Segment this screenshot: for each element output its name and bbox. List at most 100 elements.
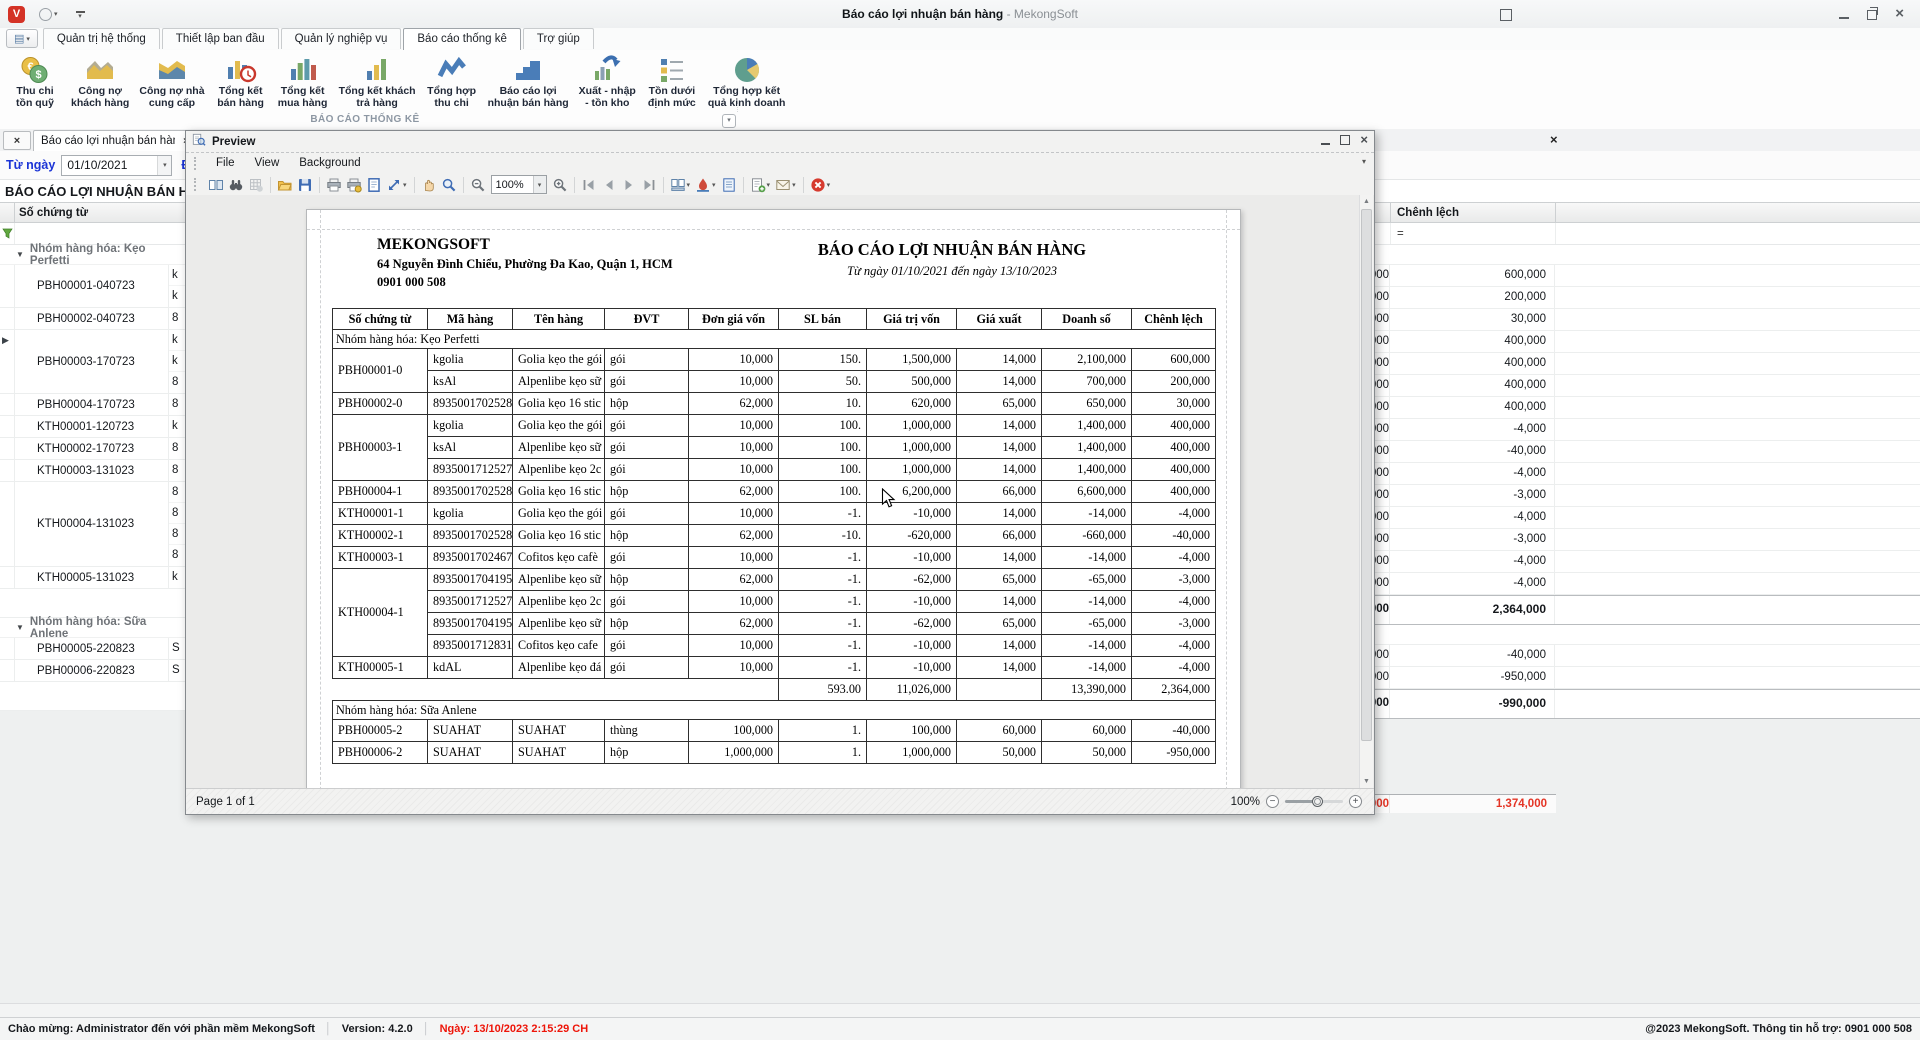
exit-icon[interactable] xyxy=(808,175,828,194)
ribbon-button-area-chart[interactable]: Công nợkhách hàng xyxy=(66,53,134,110)
scale-icon[interactable] xyxy=(384,175,404,194)
grid-row[interactable]: 000600,000 xyxy=(1375,265,1920,287)
ribbon-button-stacked-area-chart[interactable]: Công nợ nhàcung cấp xyxy=(134,53,209,110)
chevron-down-icon[interactable]: ▾ xyxy=(792,181,796,189)
chevron-down-icon[interactable]: ▾ xyxy=(533,176,546,193)
ribbon-group-options-button[interactable]: ▾ xyxy=(722,114,736,128)
grid-row[interactable]: 000-4,000 xyxy=(1375,507,1920,529)
preview-maximize-button[interactable] xyxy=(1340,135,1350,145)
ribbon-button-zigzag-chart[interactable]: Tổng hợpthu chi xyxy=(421,53,483,110)
ribbon-tab-4[interactable]: Báo cáo thống kê xyxy=(403,28,521,50)
grid-row[interactable]: 000400,000 xyxy=(1375,397,1920,419)
preview-minimize-button[interactable] xyxy=(1321,143,1330,145)
filter-operator[interactable]: = xyxy=(1391,223,1556,244)
ribbon-tab-3[interactable]: Quản lý nghiệp vụ xyxy=(281,28,402,49)
menu-view[interactable]: View xyxy=(245,157,290,169)
grid-row[interactable]: 000-3,000 xyxy=(1375,529,1920,551)
scroll-up-icon[interactable]: ▲ xyxy=(1360,195,1373,208)
print-icon[interactable] xyxy=(324,175,344,194)
export-icon[interactable] xyxy=(748,175,768,194)
horizontal-scrollbar[interactable] xyxy=(0,1003,1920,1018)
close-document-button[interactable]: × xyxy=(3,131,31,150)
ribbon-button-step-chart[interactable]: Báo cáo lợinhuận bán hàng xyxy=(483,53,574,110)
preview-titlebar[interactable]: Preview × xyxy=(186,131,1374,153)
grid-row[interactable]: PBH00001-040723kk xyxy=(0,265,185,308)
chevron-down-icon[interactable]: ▾ xyxy=(403,181,407,189)
binoculars-icon[interactable] xyxy=(226,175,246,194)
chevron-down-icon[interactable]: ▾ xyxy=(157,156,171,175)
grid-row[interactable]: PBH00004-1707238 xyxy=(0,394,185,416)
minimize-button[interactable] xyxy=(1839,17,1849,19)
column-header-chenh-lech[interactable]: Chênh lệch xyxy=(1391,203,1556,222)
grid-row[interactable]: KTH00002-1707238 xyxy=(0,438,185,460)
last-page-icon[interactable] xyxy=(639,175,659,194)
qat-customize-icon[interactable]: ▾ xyxy=(76,9,85,19)
preview-vertical-scrollbar[interactable]: ▲ ▼ xyxy=(1359,195,1373,788)
zoom-combo[interactable]: 100%▾ xyxy=(491,175,547,194)
toolbar-overflow-icon[interactable]: ▾ xyxy=(1362,157,1366,166)
ribbon-button-bars-clock[interactable]: Tổng kếtbán hàng xyxy=(210,53,272,110)
chevron-down-icon[interactable]: ▾ xyxy=(687,181,691,189)
menubar-grip[interactable] xyxy=(194,157,199,170)
ribbon-button-coins[interactable]: €$Thu chitồn quỹ xyxy=(4,53,66,110)
grid-row[interactable]: PBH00002-0407238 xyxy=(0,308,185,330)
grid-row[interactable]: 000400,000 xyxy=(1375,375,1920,397)
app-menu-button[interactable]: ▤▾ xyxy=(6,29,38,48)
chevron-down-icon[interactable]: ▼ xyxy=(16,623,24,632)
grid-total-row[interactable]: 000-990,000 xyxy=(1375,689,1920,719)
ribbon-button-pie-chart[interactable]: Tổng hợp kếtquả kinh doanh xyxy=(703,53,791,110)
grid-row[interactable]: KTH00001-120723k xyxy=(0,416,185,438)
grid-row[interactable]: KTH00005-131023k xyxy=(0,567,185,589)
preview-close-button[interactable]: × xyxy=(1360,134,1368,145)
menu-file[interactable]: File xyxy=(206,157,245,169)
ribbon-tab-2[interactable]: Thiết lập ban đầu xyxy=(162,28,279,49)
open-folder-icon[interactable] xyxy=(275,175,295,194)
column-header-so-chung-tu[interactable]: Số chứng từ xyxy=(15,203,185,222)
scrollbar-thumb[interactable] xyxy=(1361,209,1372,741)
grid-row[interactable]: 000-4,000 xyxy=(1375,463,1920,485)
ribbon-tab-5[interactable]: Trợ giúp xyxy=(523,28,594,49)
grid-row[interactable]: PBH00005-220823S xyxy=(0,638,185,660)
next-page-icon[interactable] xyxy=(619,175,639,194)
zoom-in-icon[interactable] xyxy=(550,175,570,194)
ribbon-button-bars-multi[interactable]: Tổng kếtmua hàng xyxy=(272,53,334,110)
quick-access-circle-button[interactable] xyxy=(39,8,52,21)
chevron-down-icon[interactable]: ▾ xyxy=(712,181,716,189)
grid-row[interactable]: 000-4,000 xyxy=(1375,551,1920,573)
ribbon-tab-1[interactable]: Quản trị hệ thống xyxy=(43,28,160,49)
grid-row[interactable]: 000400,000 xyxy=(1375,353,1920,375)
zoom-select-icon[interactable] xyxy=(439,175,459,194)
grid-row[interactable]: 000-40,000 xyxy=(1375,441,1920,463)
restore-button[interactable] xyxy=(1867,10,1877,20)
page-setup-icon[interactable] xyxy=(364,175,384,194)
scroll-down-icon[interactable]: ▼ xyxy=(1360,775,1373,788)
grid-group-row[interactable]: ▼Nhóm hàng hóa: Kẹo Perfetti xyxy=(0,245,185,265)
zoom-slider[interactable] xyxy=(1285,800,1343,803)
zoom-out-button[interactable]: − xyxy=(1266,795,1279,808)
hand-tool-icon[interactable] xyxy=(419,175,439,194)
menu-background[interactable]: Background xyxy=(289,157,370,169)
chevron-down-icon[interactable]: ▾ xyxy=(767,181,771,189)
grid-filter-row[interactable]: = xyxy=(1375,223,1920,245)
grid-row[interactable]: 000-4,000 xyxy=(1375,419,1920,441)
grid-row[interactable]: 00030,000 xyxy=(1375,309,1920,331)
ribbon-button-list-colored[interactable]: Tồn dướiđịnh mức xyxy=(641,53,703,110)
grid-group-row[interactable]: ▼Nhóm hàng hóa: Sữa Anlene xyxy=(0,618,185,638)
grid-row[interactable]: 000-4,000 xyxy=(1375,573,1920,595)
save-icon[interactable] xyxy=(295,175,315,194)
chevron-down-icon[interactable]: ▾ xyxy=(827,181,831,189)
grid-row[interactable]: 000400,000 xyxy=(1375,331,1920,353)
close-button[interactable]: × xyxy=(1895,8,1904,20)
grid-row[interactable]: KTH00003-1310238 xyxy=(0,460,185,482)
grid-row[interactable]: ▶PBH00003-170723kk8 xyxy=(0,330,185,394)
grid-total-row[interactable]: 0002,364,000 xyxy=(1375,595,1920,625)
grid-row[interactable]: 000-3,000 xyxy=(1375,485,1920,507)
chevron-down-icon[interactable]: ▼ xyxy=(16,250,24,259)
multi-page-icon[interactable] xyxy=(668,175,688,194)
document-map-icon[interactable] xyxy=(719,175,739,194)
zoom-in-button[interactable]: + xyxy=(1349,795,1362,808)
grid-row[interactable]: KTH00004-1310238888 xyxy=(0,482,185,567)
page-color-icon[interactable] xyxy=(693,175,713,194)
fullscreen-icon[interactable] xyxy=(1500,9,1512,21)
grid-settings-icon[interactable] xyxy=(246,175,266,194)
